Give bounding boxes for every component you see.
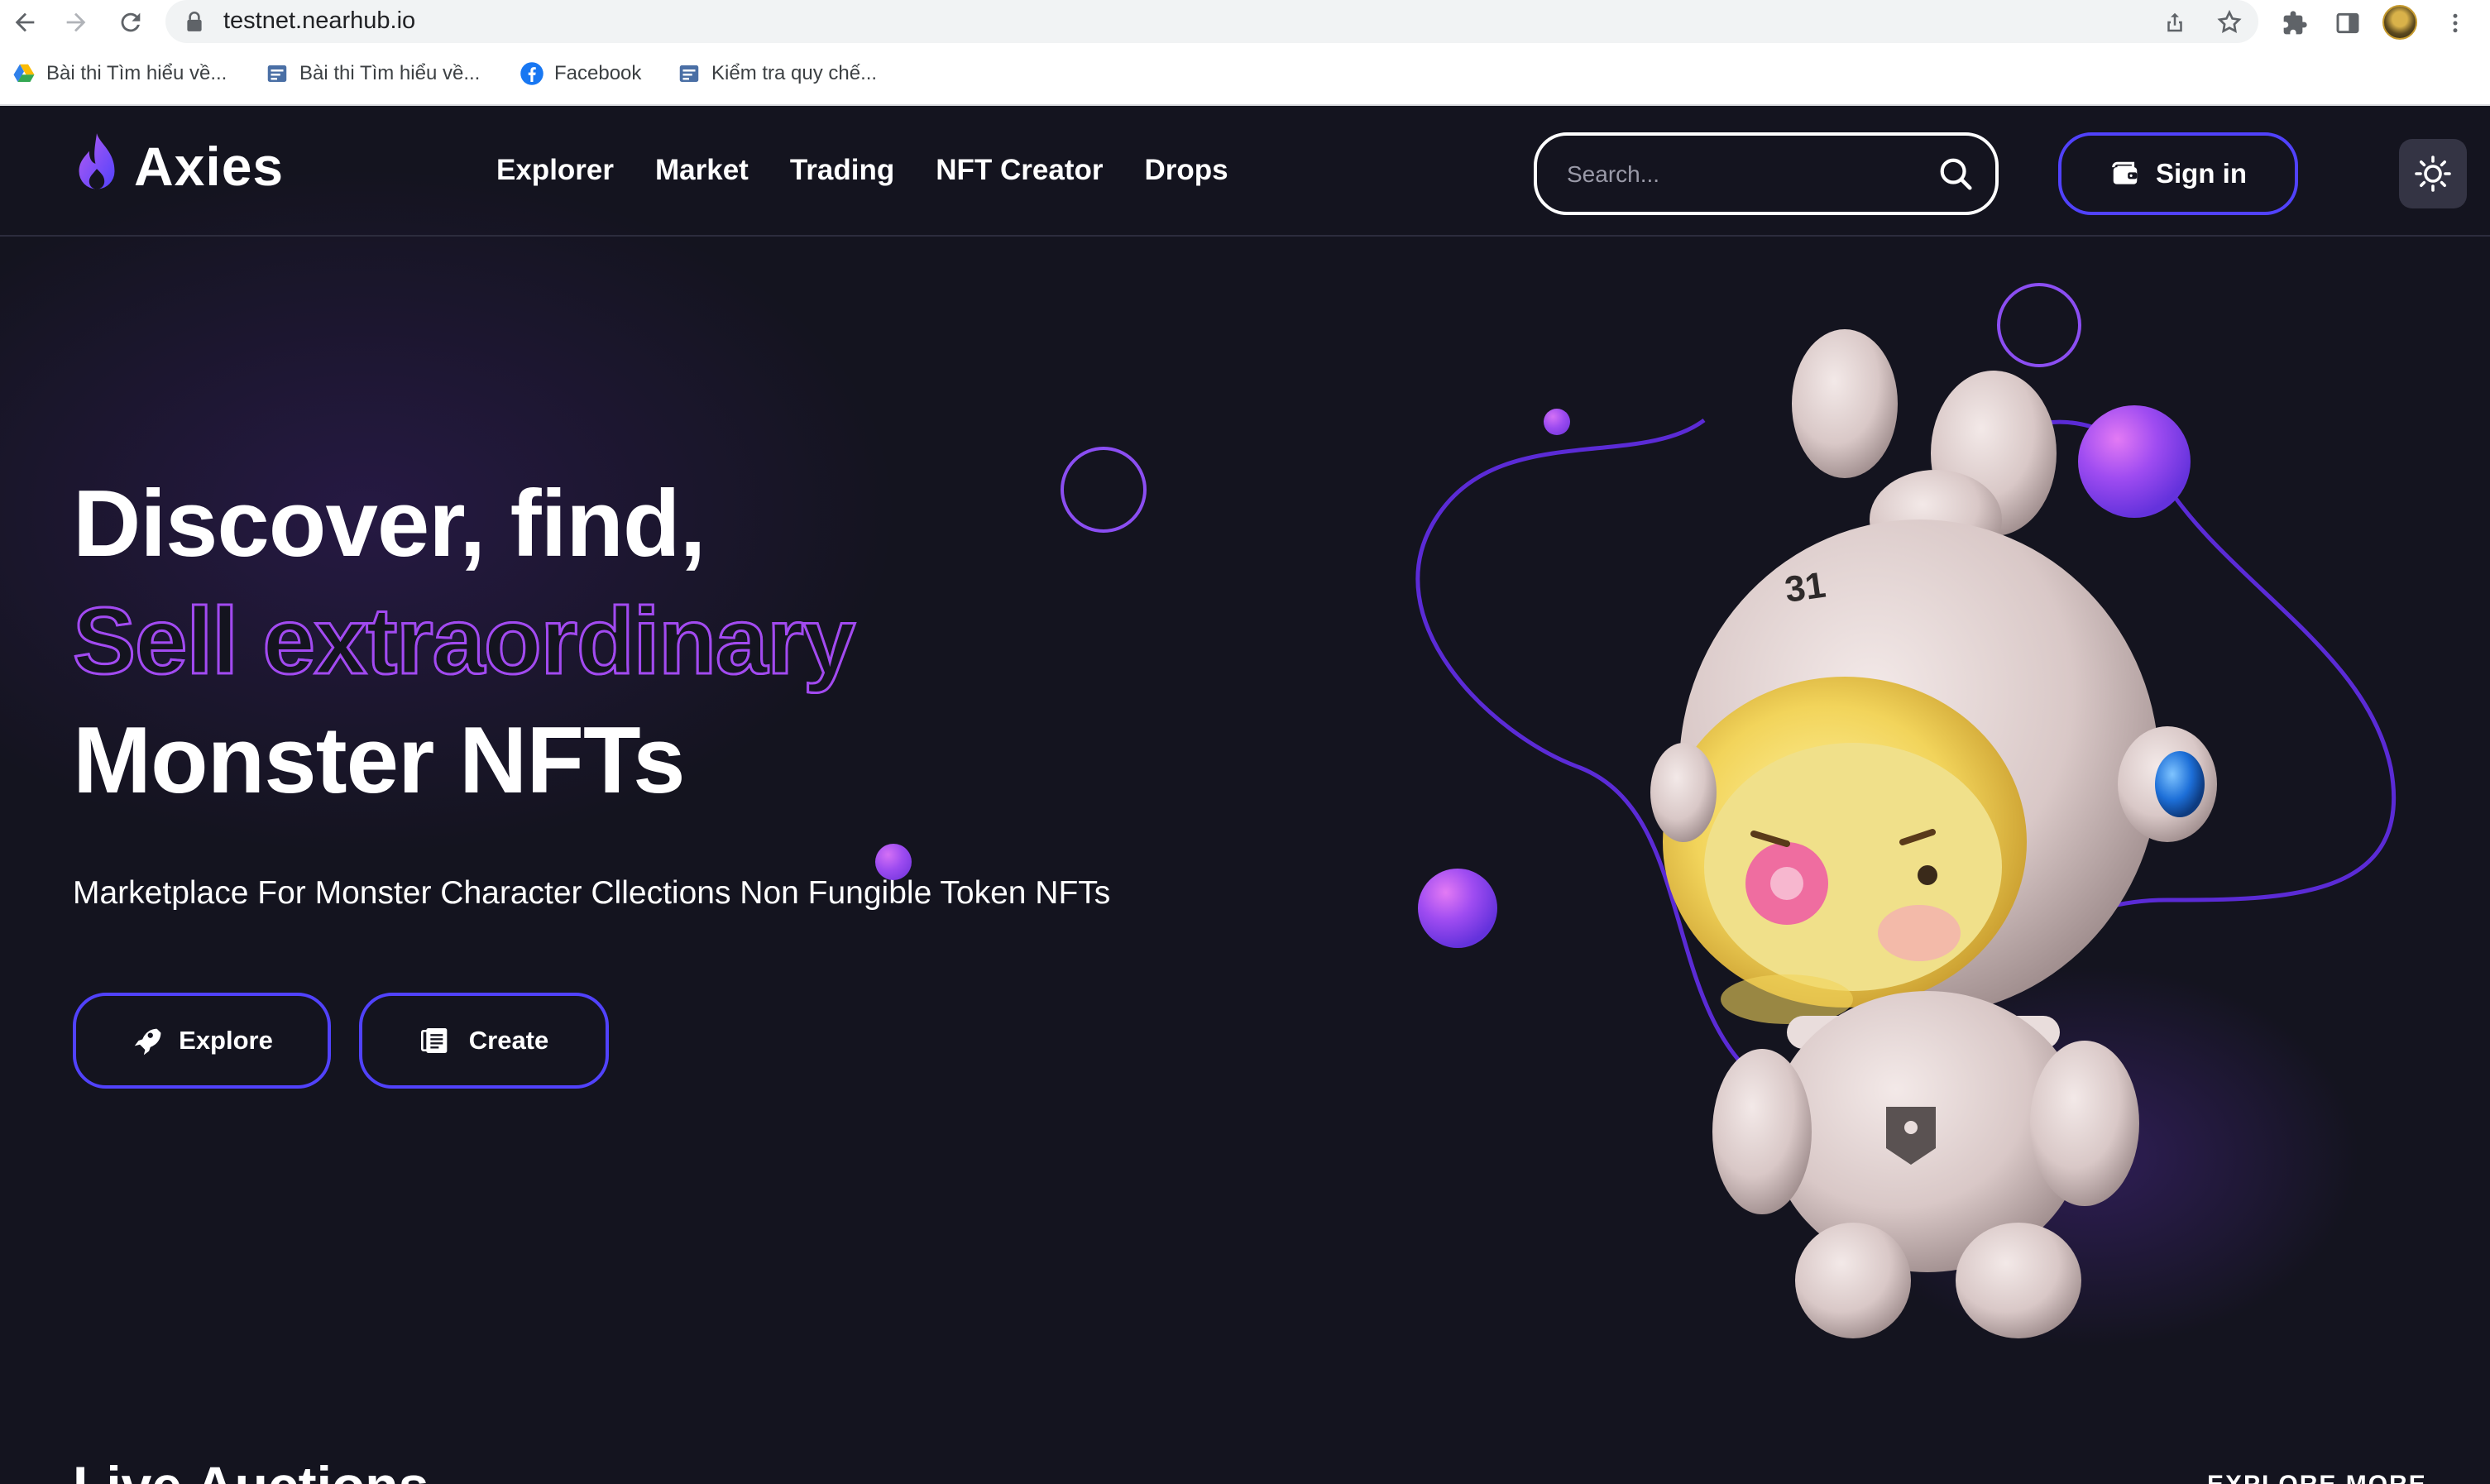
address-bar[interactable]: testnet.nearhub.io (165, 0, 2258, 43)
puzzle-icon (2283, 11, 2307, 35)
search-input[interactable] (1567, 157, 1914, 192)
rocket-icon (134, 1028, 161, 1056)
document-edit-icon (420, 1028, 448, 1053)
create-button[interactable]: Create (359, 993, 609, 1089)
arrow-right-icon (66, 12, 86, 32)
bookmark-label: Facebook (554, 62, 642, 84)
search-icon (1940, 158, 1972, 190)
forms-icon (679, 65, 699, 82)
flame-logo-icon (79, 133, 115, 189)
bookmark-label: Bài thi Tìm hiểu về... (46, 62, 227, 84)
nav-item-market[interactable]: Market (655, 154, 749, 187)
decor-ring (1061, 447, 1147, 533)
site-header: Axies Explorer Market Trading NFT Creato… (0, 106, 2490, 237)
browser-chrome: testnet.nearhub.io Bài thi Tìm hiểu về..… (0, 0, 2490, 106)
share-icon (2167, 12, 2182, 32)
nav-item-nft-creator[interactable]: NFT Creator (936, 154, 1103, 187)
bookmark-label: Bài thi Tìm hiểu về... (299, 62, 481, 84)
extensions-button[interactable] (2278, 7, 2311, 40)
browser-toolbar: testnet.nearhub.io (0, 0, 2490, 45)
hero-heading-line2: Sell extraordinary (71, 587, 856, 696)
arrow-left-icon (15, 12, 35, 32)
bookmarks-bar: Bài thi Tìm hiểu về... Bài thi Tìm hiểu … (0, 53, 2490, 94)
back-button[interactable] (7, 5, 43, 40)
bookmark-star-button[interactable] (2214, 7, 2245, 38)
search-button[interactable] (1932, 151, 1979, 197)
decor-ball (875, 844, 912, 880)
sun-icon (2415, 156, 2451, 192)
star-icon (2217, 9, 2242, 33)
nav-item-trading[interactable]: Trading (790, 154, 894, 187)
google-drive-icon (13, 64, 35, 82)
section-title: Live Auctions (73, 1454, 429, 1484)
explore-button[interactable]: Explore (73, 993, 331, 1089)
reload-icon (121, 12, 141, 32)
wallet-icon (2112, 161, 2138, 184)
hero-heading-line1: Discover, find, (73, 472, 706, 577)
reload-button[interactable] (113, 5, 149, 40)
bookmark-item[interactable]: Facebook (520, 60, 641, 88)
side-panel-button[interactable] (2331, 7, 2364, 40)
main-nav: Explorer Market Trading NFT Creator Drop… (496, 154, 1228, 187)
helmet-number: 31 (1783, 565, 1828, 610)
bookmark-item[interactable]: Kiểm tra quy chế... (677, 60, 877, 88)
hero-heading-line3: Monster NFTs (73, 708, 686, 813)
sign-in-label: Sign in (2156, 158, 2247, 189)
side-panel-icon (2336, 12, 2359, 34)
search-box (1534, 132, 1999, 215)
monster-astronaut-illustration: 31 (1415, 329, 2397, 1338)
facebook-icon (520, 62, 543, 85)
bookmark-label: Kiểm tra quy chế... (711, 62, 878, 84)
site-logo[interactable]: Axies (71, 131, 284, 202)
nav-item-explorer[interactable]: Explorer (496, 154, 614, 187)
hero-subtitle: Marketplace For Monster Character Cllect… (73, 875, 1111, 911)
url-text: testnet.nearhub.io (223, 7, 416, 34)
forward-button[interactable] (58, 5, 94, 40)
sign-in-button[interactable]: Sign in (2058, 132, 2298, 215)
browser-menu-button[interactable] (2439, 7, 2472, 40)
profile-avatar[interactable] (2382, 5, 2417, 40)
website: Axies Explorer Market Trading NFT Creato… (0, 106, 2490, 1484)
theme-toggle-button[interactable] (2399, 139, 2467, 208)
bookmark-item[interactable]: Bài thi Tìm hiểu về... (12, 60, 227, 88)
hero-heading-outline-text: Sell extraordinary (71, 588, 856, 696)
nav-item-drops[interactable]: Drops (1144, 154, 1228, 187)
explore-label: Explore (179, 1026, 273, 1055)
bookmark-item[interactable]: Bài thi Tìm hiểu về... (265, 60, 480, 88)
lock-icon (187, 12, 202, 31)
more-vertical-icon (2453, 13, 2458, 33)
forms-icon (267, 65, 287, 82)
logo-text: Axies (134, 136, 285, 197)
create-label: Create (468, 1026, 549, 1055)
explore-more-link[interactable]: EXPLORE MORE (2207, 1471, 2427, 1484)
share-button[interactable] (2159, 7, 2191, 38)
